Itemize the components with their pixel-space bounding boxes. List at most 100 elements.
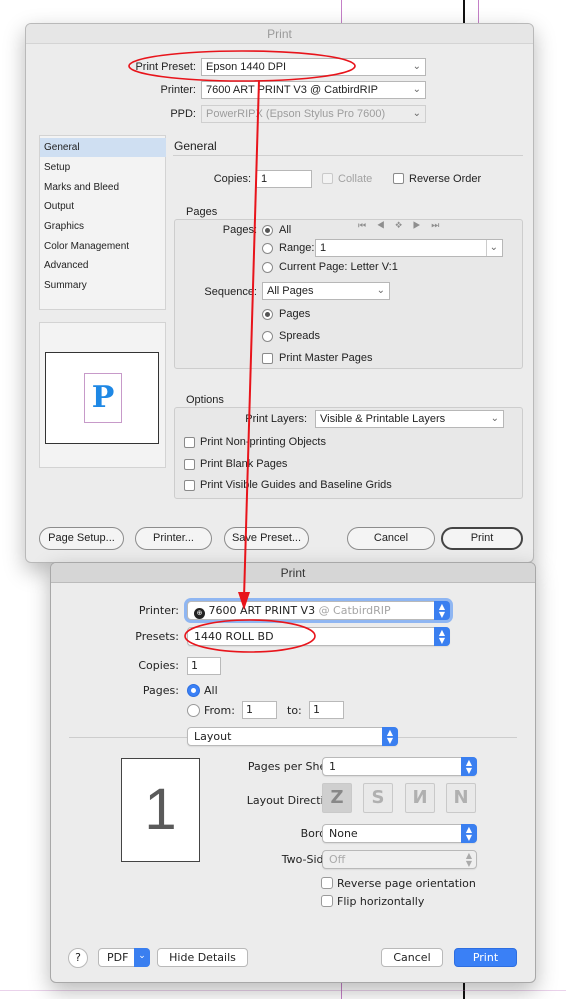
section-heading: General: [174, 139, 217, 153]
page-setup-button[interactable]: Page Setup...: [39, 527, 124, 550]
popup-arrows-icon: ▲ ▼: [434, 627, 450, 646]
chevron-down-icon: ⌄: [490, 413, 499, 424]
printer-host: @ CatbirdRIP: [318, 604, 391, 617]
pages-from-label: From:: [204, 704, 235, 717]
print-preset-label: Print Preset:: [135, 61, 196, 73]
printer-label: Printer:: [138, 604, 179, 617]
document-edge-line: [463, 0, 465, 24]
copies-label: Copies:: [138, 659, 179, 672]
pages-all-label: All: [204, 684, 218, 697]
help-button[interactable]: ?: [68, 948, 88, 968]
popup-arrows-icon: ▲ ▼: [465, 851, 473, 868]
options-group-title: Options: [186, 394, 224, 406]
range-value: 1: [320, 242, 327, 254]
sidebar-item-setup[interactable]: Setup: [40, 158, 166, 177]
pages-all-radio[interactable]: [187, 684, 200, 697]
printer-popup[interactable]: ⊕ 7600 ART PRINT V3 @ CatbirdRIP ▲ ▼: [187, 601, 450, 620]
sequence-select[interactable]: All Pages ⌄: [262, 282, 390, 300]
sidebar-item-summary[interactable]: Summary: [40, 276, 166, 295]
current-page-radio[interactable]: [262, 262, 273, 273]
pages-to-input[interactable]: 1: [309, 701, 344, 719]
copies-input[interactable]: 1: [187, 657, 221, 675]
print-layers-label: Print Layers:: [245, 413, 307, 425]
sidebar-item-general[interactable]: General: [40, 138, 166, 157]
reverse-orientation-checkbox[interactable]: [321, 877, 333, 889]
popup-arrows-icon: ▲ ▼: [434, 601, 450, 620]
chevron-down-icon: ⌄: [376, 285, 385, 296]
print-button[interactable]: Print: [454, 948, 517, 967]
chevron-down-icon: ⌄: [412, 61, 421, 72]
chevron-down-icon: ⌄: [134, 948, 150, 967]
print-layers-select[interactable]: Visible & Printable Layers ⌄: [315, 410, 504, 428]
print-blank-pages-label: Print Blank Pages: [200, 458, 288, 470]
layout-direction-n-icon[interactable]: N: [446, 783, 476, 813]
cancel-button[interactable]: Cancel: [347, 527, 435, 550]
indesign-print-dialog: Print Print Preset: Epson 1440 DPI ⌄ Pri…: [25, 23, 534, 563]
pages-range-radio[interactable]: [262, 243, 273, 254]
layout-direction-n-reverse-icon[interactable]: И: [405, 783, 435, 813]
preview-page: P: [84, 373, 122, 423]
presets-label: Presets:: [135, 630, 179, 643]
print-button[interactable]: Print: [441, 527, 523, 550]
layout-direction-z-icon[interactable]: Z: [322, 783, 352, 813]
print-guides-checkbox[interactable]: [184, 480, 195, 491]
preview-page-number: 1: [144, 777, 177, 842]
pages-per-sheet-popup[interactable]: 1 ▲ ▼: [322, 757, 477, 776]
copies-label: Copies:: [213, 173, 251, 185]
pages-range-label: Range:: [279, 242, 315, 254]
printer-button[interactable]: Printer...: [135, 527, 212, 550]
copies-input[interactable]: 1: [256, 170, 312, 188]
print-master-pages-label: Print Master Pages: [279, 352, 373, 364]
pages-from-radio[interactable]: [187, 704, 200, 717]
pages-all-radio[interactable]: [262, 225, 273, 236]
two-sided-value: Off: [329, 853, 346, 866]
document-guide-line: [0, 990, 566, 991]
macos-print-dialog: Print Printer: ⊕ 7600 ART PRINT V3 @ Cat…: [50, 562, 536, 983]
print-layers-value: Visible & Printable Layers: [320, 413, 446, 425]
flip-horizontally-checkbox[interactable]: [321, 895, 333, 907]
pages-to-label: to:: [287, 704, 302, 717]
pages-label: Pages:: [142, 684, 179, 697]
save-preset-button[interactable]: Save Preset...: [224, 527, 309, 550]
pages-layout-radio[interactable]: [262, 309, 273, 320]
preview-paper: P: [45, 352, 159, 444]
border-popup[interactable]: None ▲ ▼: [322, 824, 477, 843]
printer-select[interactable]: 7600 ART PRINT V3 @ CatbirdRIP ⌄: [201, 81, 426, 99]
ppd-select: PowerRIPX (Epson Stylus Pro 7600) ⌄: [201, 105, 426, 123]
preview-letter: P: [91, 380, 115, 415]
pages-range-input[interactable]: 1 ⌄: [315, 239, 503, 257]
section-value: Layout: [194, 730, 232, 743]
pages-label: Pages:: [222, 224, 257, 236]
section-popup[interactable]: Layout ▲ ▼: [187, 727, 398, 746]
help-label: ?: [75, 951, 81, 964]
pdf-label: PDF: [107, 951, 129, 964]
printer-label: Printer:: [160, 84, 196, 96]
sidebar-item-color-management[interactable]: Color Management: [40, 237, 166, 256]
sidebar-item-output[interactable]: Output: [40, 197, 166, 216]
sidebar-item-advanced[interactable]: Advanced: [40, 256, 166, 275]
print-blank-pages-checkbox[interactable]: [184, 459, 195, 470]
pages-group-title: Pages: [186, 206, 218, 218]
reverse-order-checkbox[interactable]: [393, 173, 404, 184]
sidebar-item-graphics[interactable]: Graphics: [40, 217, 166, 236]
print-preset-select[interactable]: Epson 1440 DPI ⌄: [201, 58, 426, 76]
print-guides-label: Print Visible Guides and Baseline Grids: [200, 479, 392, 491]
printer-name: 7600 ART PRINT V3: [208, 604, 316, 617]
spreads-label: Spreads: [279, 330, 320, 342]
sidebar-item-marks-and-bleed[interactable]: Marks and Bleed: [40, 178, 166, 197]
hide-details-button[interactable]: Hide Details: [157, 948, 248, 967]
cancel-button[interactable]: Cancel: [381, 948, 443, 967]
layout-direction-reverse-z-icon[interactable]: S: [363, 783, 393, 813]
pages-from-input[interactable]: 1: [242, 701, 277, 719]
pdf-menu-button[interactable]: PDF ⌄: [98, 948, 150, 967]
section-divider: [173, 155, 523, 156]
current-page-label: Current Page: Letter V:1: [279, 261, 398, 273]
page-navigation-icons: ⏮ ◀ ❖ ▶ ⏭: [358, 220, 444, 230]
pages-per-sheet-value: 1: [329, 760, 336, 773]
spreads-radio[interactable]: [262, 331, 273, 342]
presets-popup[interactable]: 1440 ROLL BD ▲ ▼: [187, 627, 450, 646]
print-master-pages-checkbox[interactable]: [262, 353, 273, 364]
print-non-printing-checkbox[interactable]: [184, 437, 195, 448]
collate-checkbox: [322, 173, 333, 184]
popup-arrows-icon: ▲ ▼: [461, 824, 477, 843]
